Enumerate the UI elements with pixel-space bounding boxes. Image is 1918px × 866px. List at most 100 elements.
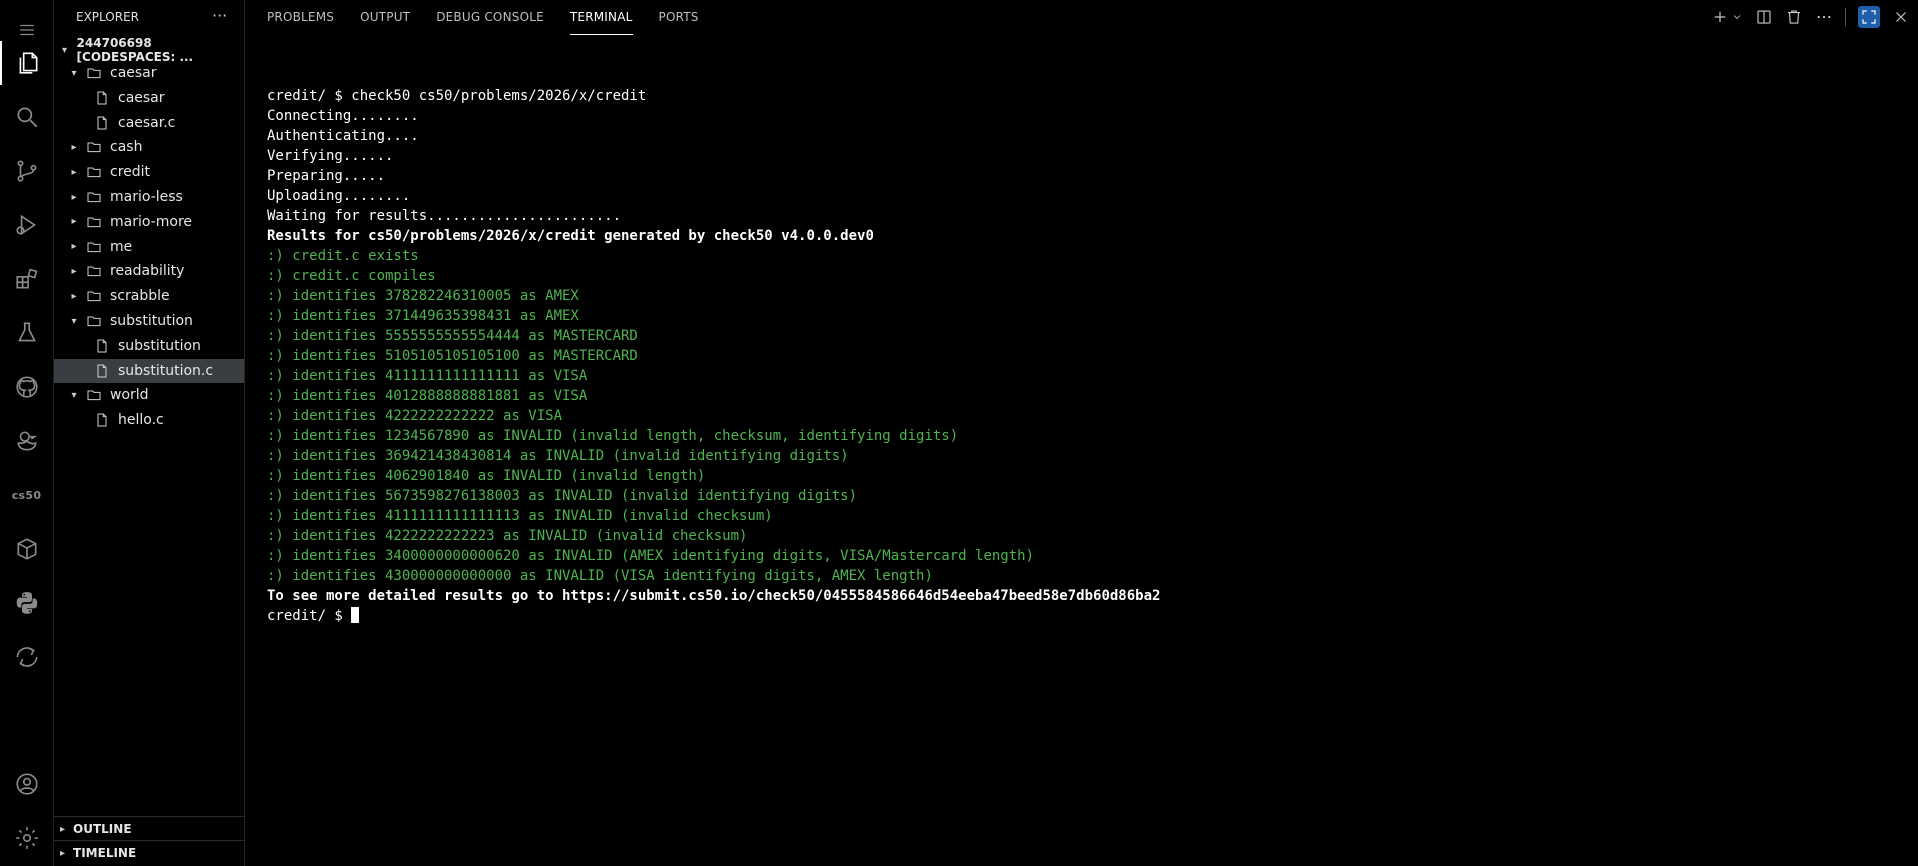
terminal-line: Connecting........ [267, 108, 419, 124]
more-actions-icon[interactable]: ··· [212, 6, 227, 25]
tree-item-label: mario-less [110, 189, 183, 205]
tree-file[interactable]: hello.c [54, 408, 244, 432]
source-control-icon[interactable] [0, 149, 53, 193]
terminal-line: :) identifies 4222222222223 as INVALID (… [267, 528, 748, 544]
terminal-line: :) identifies 5105105105105100 as MASTER… [267, 348, 638, 364]
tree-file[interactable]: substitution [54, 334, 244, 358]
timeline-section[interactable]: ▸ TIMELINE [54, 840, 244, 865]
tab-terminal[interactable]: TERMINAL [569, 0, 633, 35]
chevron-right-icon: ▸ [71, 265, 77, 277]
tree-item-label: caesar.c [118, 114, 176, 131]
trash-icon[interactable] [1785, 8, 1803, 26]
tree-file[interactable]: caesar.c [54, 111, 244, 135]
tree-folder[interactable]: ▾ caesar [54, 61, 244, 85]
panel-tabs: PROBLEMS OUTPUT DEBUG CONSOLE TERMINAL P… [267, 0, 725, 35]
split-terminal-icon[interactable] [1755, 8, 1773, 26]
terminal-line: :) identifies 4111111111111111 as VISA [267, 368, 588, 384]
tab-debug-console[interactable]: DEBUG CONSOLE [436, 0, 544, 34]
terminal-line: :) identifies 5555555555554444 as MASTER… [267, 328, 638, 344]
tree-item-label: substitution [110, 313, 193, 329]
tree-folder[interactable]: ▸ cash [54, 135, 244, 159]
tree-folder[interactable]: ▾ world [54, 383, 244, 407]
terminal-prompt: credit/ $ [267, 608, 352, 624]
file-icon [94, 363, 112, 379]
timeline-label: TIMELINE [73, 846, 137, 860]
tree-item-label: caesar [110, 65, 157, 81]
new-terminal-icon[interactable] [1711, 8, 1729, 26]
tab-problems[interactable]: PROBLEMS [267, 0, 334, 34]
close-icon[interactable] [1892, 8, 1910, 26]
terminal-line: :) identifies 4012888888881881 as VISA [267, 388, 588, 404]
tree-folder[interactable]: ▸ mario-more [54, 210, 244, 234]
chevron-right-icon: ▸ [71, 290, 77, 302]
tree-folder[interactable]: ▾ substitution [54, 309, 244, 333]
terminal-line: :) identifies 5673598276138003 as INVALI… [267, 488, 858, 504]
terminal-line: :) identifies 3400000000000620 as INVALI… [267, 548, 1035, 564]
tree-file[interactable]: caesar [54, 86, 244, 110]
chevron-right-icon: ▸ [71, 216, 77, 228]
terminal-line: :) identifies 4222222222222 as VISA [267, 408, 563, 424]
chevron-down-icon: ▾ [71, 315, 77, 327]
folder-icon [86, 263, 104, 279]
terminal-line: :) identifies 1234567890 as INVALID (inv… [267, 428, 959, 444]
tree-folder[interactable]: ▸ readability [54, 259, 244, 283]
account-icon[interactable] [0, 762, 53, 806]
folder-icon [86, 387, 104, 403]
tree-item-label: substitution.c [118, 362, 214, 379]
tree-folder[interactable]: ▸ credit [54, 160, 244, 184]
github-icon[interactable] [0, 365, 53, 409]
terminal-line: Waiting for results.....................… [267, 208, 622, 224]
folder-icon [86, 288, 104, 304]
workspace-root[interactable]: ▾ 244706698 [CODESPACES: ... [54, 36, 244, 64]
tab-ports[interactable]: PORTS [659, 0, 699, 34]
duck-icon[interactable] [0, 419, 53, 463]
tree-folder[interactable]: ▸ me [54, 235, 244, 259]
tab-output[interactable]: OUTPUT [360, 0, 410, 34]
tree-folder[interactable]: ▸ mario-less [54, 185, 244, 209]
gear-icon[interactable] [0, 816, 53, 860]
file-icon [94, 412, 112, 428]
tree-item-label: readability [110, 263, 185, 280]
terminal-cursor [351, 607, 360, 623]
explorer-icon[interactable] [0, 41, 53, 85]
outline-section[interactable]: ▸ OUTLINE [54, 816, 244, 841]
terminal-output[interactable]: credit/ $ check50 cs50/problems/2026/x/c… [267, 86, 1918, 626]
tree-item-label: scrabble [110, 288, 170, 305]
folder-icon [86, 164, 104, 180]
remote-share-icon[interactable] [0, 635, 53, 679]
terminal-line: Uploading........ [267, 188, 411, 204]
panel-actions [1699, 4, 1910, 30]
file-icon [94, 338, 112, 354]
activity-bar: cs50 [0, 0, 54, 866]
terminal-line: Authenticating.... [267, 128, 419, 144]
file-icon [94, 115, 112, 131]
maximize-panel-icon[interactable] [1858, 6, 1880, 28]
divider [1845, 8, 1846, 26]
chevron-right-icon: ▸ [60, 823, 66, 835]
terminal-line: Results for cs50/problems/2026/x/credit … [267, 228, 874, 244]
chevron-down-icon: ▾ [62, 44, 68, 56]
folder-icon [86, 214, 104, 230]
chevron-right-icon: ▸ [71, 241, 77, 253]
terminal-line: :) identifies 4111111111111113 as INVALI… [267, 508, 773, 524]
run-debug-icon[interactable] [0, 203, 53, 247]
cs50-icon[interactable]: cs50 [0, 473, 53, 517]
python-icon[interactable] [0, 581, 53, 625]
chevron-down-icon[interactable] [1731, 11, 1743, 23]
terminal-line: credit/ $ check50 cs50/problems/2026/x/c… [267, 88, 647, 104]
terminal-line: :) identifies 371449635398431 as AMEX [267, 308, 579, 324]
tree-folder[interactable]: ▸ scrabble [54, 284, 244, 308]
more-icon[interactable] [1815, 8, 1833, 26]
extensions-icon[interactable] [0, 257, 53, 301]
folder-icon [86, 239, 104, 255]
tree-item-label: caesar [118, 89, 165, 106]
tree-file[interactable]: substitution.c [54, 358, 244, 383]
terminal-line: :) identifies 369421438430814 as INVALID… [267, 448, 849, 464]
chevron-right-icon: ▸ [60, 847, 66, 859]
testing-icon[interactable] [0, 311, 53, 355]
terminal-prompt-line[interactable]: credit/ $ [267, 606, 1918, 626]
package-icon[interactable] [0, 527, 53, 571]
explorer-title: EXPLORER [76, 10, 139, 24]
search-icon[interactable] [0, 95, 53, 139]
chevron-right-icon: ▸ [71, 141, 77, 153]
